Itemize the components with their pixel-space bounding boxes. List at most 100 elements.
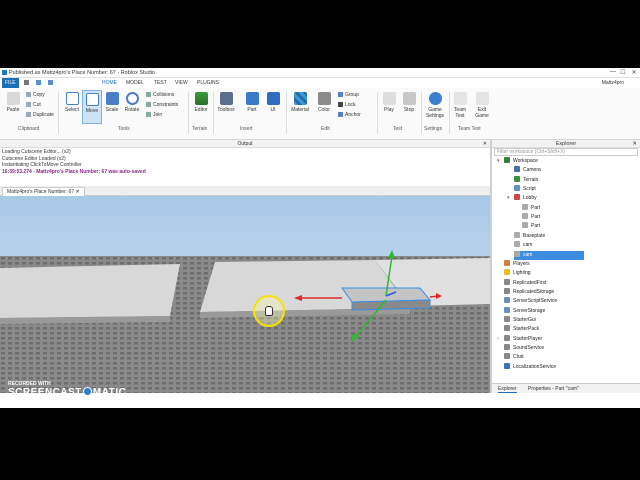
color-swatch-icon — [317, 92, 331, 105]
explorer-item-label: Baseplate — [523, 232, 546, 239]
paste-button[interactable]: Paste — [4, 92, 22, 113]
close-icon[interactable]: ✕ — [632, 140, 637, 148]
explorer-item-label: Players — [513, 260, 530, 267]
explorer-item-icon — [504, 325, 510, 332]
stop-button[interactable]: Stop — [400, 92, 418, 113]
explorer-item-icon — [522, 222, 528, 229]
explorer-item-terrain[interactable]: Terrain — [514, 175, 538, 185]
paste-icon — [6, 92, 20, 105]
explorer-item-startergui[interactable]: StarterGui — [504, 315, 536, 325]
explorer-item-soundservice[interactable]: SoundService — [504, 344, 544, 353]
tab-plugins[interactable]: PLUGINS — [197, 80, 219, 86]
join-icon — [146, 112, 151, 117]
explorer-item-baseplate[interactable]: Baseplate — [514, 231, 546, 241]
close-icon[interactable]: ✕ — [483, 140, 487, 148]
explorer-item-icon — [522, 213, 528, 220]
join-toggle[interactable]: Join — [146, 112, 162, 118]
explorer-item-part[interactable]: Part — [522, 203, 540, 213]
game-settings-button[interactable]: Game Settings — [423, 92, 447, 119]
collisions-toggle[interactable]: Collisions — [146, 92, 174, 98]
maximize-button[interactable]: ☐ — [618, 69, 628, 77]
document-tab[interactable]: Mattz4pro's Place Number: 67 ✕ — [2, 187, 85, 196]
save-icon[interactable] — [24, 80, 29, 85]
explorer-panel-header: Explorer ✕ — [492, 140, 640, 148]
anchor-button[interactable]: Anchor — [338, 112, 361, 118]
explorer-item-cam[interactable]: cam — [514, 241, 532, 250]
explorer-filter-input[interactable]: Filter workspace (Ctrl+Shift+X) — [494, 148, 638, 156]
explorer-item-label: cam — [523, 251, 533, 258]
title-bar: Published as Mattz4pro's Place Number: 6… — [0, 68, 640, 78]
explorer-item-label: StarterPlayer — [513, 335, 543, 342]
undo-icon[interactable] — [36, 80, 41, 85]
ui-button[interactable]: UI — [264, 92, 282, 113]
cut-button[interactable]: Cut — [26, 102, 41, 108]
tab-home[interactable]: HOME — [102, 80, 117, 86]
group-divider — [58, 92, 59, 134]
clipboard-group-label: Clipboard — [18, 126, 40, 132]
explorer-item-serverstorage[interactable]: ServerStorage — [504, 306, 545, 316]
minimize-button[interactable]: — — [608, 69, 618, 77]
group-divider — [377, 92, 378, 134]
ui-icon — [266, 92, 280, 105]
tab-properties[interactable]: Properties - Part "cam" — [528, 386, 579, 392]
3d-viewport[interactable] — [0, 196, 490, 393]
explorer-item-lighting[interactable]: Lighting — [504, 269, 531, 278]
explorer-item-part[interactable]: Part — [522, 222, 540, 231]
group-button[interactable]: Group — [338, 92, 359, 98]
explorer-item-starterplayer[interactable]: › StarterPlayer — [497, 334, 543, 344]
explorer-item-serverscriptservice[interactable]: ServerScriptService — [504, 297, 557, 306]
scale-button[interactable]: Scale — [102, 92, 122, 113]
explorer-item-chat[interactable]: Chat — [504, 353, 524, 362]
explorer-item-lobby[interactable]: ▾ Lobby — [507, 194, 537, 203]
output-title: Output — [237, 141, 253, 147]
explorer-item-part[interactable]: Part — [522, 213, 540, 222]
expand-chevron-icon[interactable]: ▾ — [497, 157, 500, 166]
toolbox-button[interactable]: Toolbox — [216, 92, 236, 113]
move-button[interactable]: Move — [82, 90, 102, 124]
material-button[interactable]: Material — [288, 92, 312, 113]
lobby-part[interactable] — [0, 264, 180, 318]
tab-view[interactable]: VIEW — [175, 80, 188, 86]
explorer-item-script[interactable]: Script — [514, 185, 536, 194]
play-button[interactable]: Play — [380, 92, 398, 113]
edit-group-label: Edit — [321, 126, 330, 132]
part-button[interactable]: Part — [242, 92, 262, 113]
expand-chevron-icon[interactable]: ▾ — [507, 194, 510, 203]
explorer-item-replicatedfirst[interactable]: ReplicatedFirst — [504, 278, 546, 288]
team-test-button[interactable]: Team Test — [451, 92, 469, 119]
group-divider — [213, 92, 214, 134]
lock-icon — [338, 102, 343, 107]
redo-icon[interactable] — [48, 80, 53, 85]
select-cursor-icon — [65, 92, 79, 105]
tab-model[interactable]: MODEL — [126, 80, 144, 86]
exit-game-button[interactable]: Exit Game — [473, 92, 491, 119]
tools-group-label: Tools — [118, 126, 130, 132]
color-button[interactable]: Color — [314, 92, 334, 113]
constraints-toggle[interactable]: Constraints — [146, 102, 178, 108]
tab-test[interactable]: TEST — [154, 80, 167, 86]
explorer-item-starterpack[interactable]: StarterPack — [504, 325, 539, 334]
duplicate-button[interactable]: Duplicate — [26, 112, 54, 118]
user-name[interactable]: Mattz4pro — [602, 80, 624, 86]
explorer-item-localizationservice[interactable]: LocalizationService — [504, 362, 556, 372]
file-menu[interactable]: FILE — [2, 78, 19, 88]
tab-explorer[interactable]: Explorer — [498, 386, 517, 393]
copy-button[interactable]: Copy — [26, 92, 45, 98]
move-arrows-icon — [85, 93, 99, 106]
exit-game-icon — [475, 92, 489, 105]
explorer-item-icon — [504, 287, 510, 294]
lock-button[interactable]: Lock — [338, 102, 356, 108]
rotate-button[interactable]: Rotate — [122, 92, 142, 113]
explorer-item-icon — [504, 334, 510, 341]
expand-chevron-icon[interactable]: › — [497, 335, 499, 344]
explorer-item-label: Camera — [523, 167, 541, 174]
select-button[interactable]: Select — [62, 92, 82, 113]
terrain-editor-button[interactable]: Editor — [191, 92, 211, 113]
explorer-item-replicatedstorage[interactable]: ReplicatedStorage — [504, 287, 554, 297]
explorer-item-players[interactable]: Players — [504, 259, 530, 269]
ribbon-home: Paste Copy Cut Duplicate Clipboard Selec… — [0, 88, 640, 140]
explorer-item-cam[interactable]: cam — [514, 250, 584, 260]
close-button[interactable]: ✕ — [629, 69, 639, 77]
explorer-item-camera[interactable]: Camera — [514, 166, 541, 175]
explorer-item-workspace[interactable]: ▾ Workspace — [497, 157, 538, 166]
